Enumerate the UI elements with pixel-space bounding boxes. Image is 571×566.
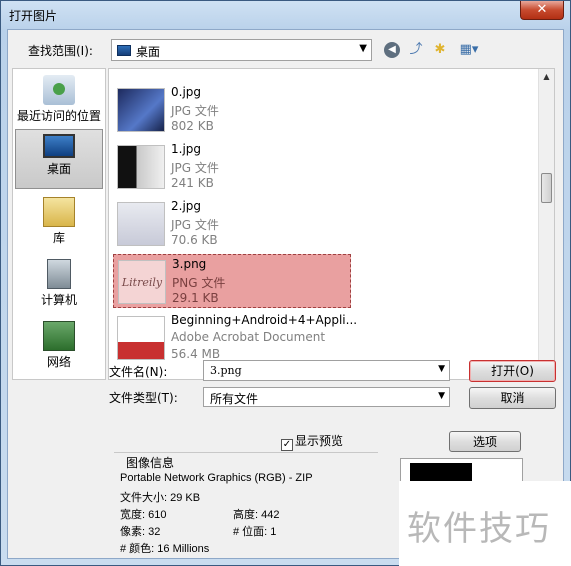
place-label: 计算机 bbox=[40, 293, 77, 307]
show-preview-checkbox[interactable]: ✓ 显示预览 bbox=[281, 432, 343, 451]
place-libraries[interactable]: 库 bbox=[15, 193, 103, 253]
recent-places-icon bbox=[43, 75, 75, 105]
filetype-value: 所有文件 bbox=[210, 392, 259, 406]
lookin-value: 桌面 bbox=[136, 45, 161, 59]
views-menu-icon[interactable]: ▦▾ bbox=[454, 40, 484, 60]
filetype-label: 文件类型(T): bbox=[109, 391, 178, 405]
preview-image bbox=[410, 463, 472, 481]
file-name: 1.jpg bbox=[171, 142, 202, 156]
file-type: JPG 文件 bbox=[171, 104, 219, 118]
file-type: Adobe Acrobat Document bbox=[171, 330, 326, 344]
file-item[interactable]: 1.jpg JPG 文件 241 KB bbox=[113, 140, 353, 194]
file-type: JPG 文件 bbox=[171, 161, 219, 175]
lookin-dropdown[interactable]: 桌面 ▼ bbox=[111, 39, 372, 61]
filename-label: 文件名(N): bbox=[109, 365, 168, 379]
image-bit-planes: # 位面: 1 bbox=[233, 526, 277, 538]
file-item-selected[interactable]: Litreily 3.png PNG 文件 29.1 KB bbox=[113, 254, 351, 308]
place-desktop[interactable]: 桌面 bbox=[15, 129, 103, 189]
desktop-small-icon bbox=[117, 45, 131, 56]
filename-input[interactable]: 3.png ▼ bbox=[203, 360, 450, 381]
file-thumbnail: Litreily bbox=[118, 260, 166, 304]
file-thumbnail bbox=[117, 202, 165, 246]
filetype-dropdown[interactable]: 所有文件 ▼ bbox=[203, 387, 450, 407]
file-name: Beginning+Android+4+Appli... bbox=[171, 313, 358, 327]
close-button[interactable]: ✕ bbox=[520, 1, 564, 20]
scroll-thumb[interactable] bbox=[541, 173, 552, 203]
file-thumbnail bbox=[117, 88, 165, 132]
place-label: 最近访问的位置 bbox=[16, 109, 101, 123]
place-label: 网络 bbox=[46, 355, 71, 369]
vertical-scrollbar[interactable]: ▲ ▼ bbox=[538, 69, 554, 379]
file-type: JPG 文件 bbox=[171, 218, 219, 232]
places-bar: 最近访问的位置 桌面 库 计算机 网络 bbox=[12, 68, 106, 380]
title-bar: 打开图片 ✕ bbox=[1, 1, 570, 29]
back-arrow-icon[interactable]: ◀ bbox=[384, 42, 400, 58]
file-thumbnail bbox=[117, 145, 165, 189]
dialog-body: 查找范围(I): 桌面 ▼ ◀ ⤴ ✱ ▦▾ 最近访问的位置 桌面 库 计算机 … bbox=[7, 29, 564, 559]
chevron-down-icon: ▼ bbox=[359, 43, 367, 54]
place-computer[interactable]: 计算机 bbox=[15, 255, 103, 315]
checkmark-icon[interactable]: ✓ bbox=[281, 439, 293, 451]
up-folder-icon[interactable]: ⤴ bbox=[406, 40, 426, 60]
dialog-title: 打开图片 bbox=[9, 9, 58, 23]
chevron-down-icon[interactable]: ▼ bbox=[438, 391, 445, 401]
watermark: 软件技巧 bbox=[399, 481, 571, 566]
image-colors: # 颜色: 16 Millions bbox=[120, 543, 210, 555]
image-file-size: 文件大小: 29 KB bbox=[120, 492, 201, 504]
show-preview-label: 显示预览 bbox=[295, 434, 344, 448]
image-width: 宽度: 610 bbox=[120, 509, 167, 521]
cancel-button[interactable]: 取消 bbox=[469, 387, 556, 409]
place-network[interactable]: 网络 bbox=[15, 317, 103, 377]
file-item[interactable]: 2.jpg JPG 文件 70.6 KB bbox=[113, 197, 353, 251]
image-pixels: 像素: 32 bbox=[120, 526, 161, 538]
filename-value: 3.png bbox=[210, 364, 242, 377]
pdf-thumbnail bbox=[117, 316, 165, 360]
open-button[interactable]: 打开(O) bbox=[469, 360, 556, 382]
image-format: Portable Network Graphics (RGB) - ZIP bbox=[120, 472, 313, 484]
file-size: 56.4 MB bbox=[171, 347, 221, 361]
file-size: 29.1 KB bbox=[172, 291, 219, 305]
watermark-text: 软件技巧 bbox=[407, 509, 551, 549]
file-item[interactable]: 0.jpg JPG 文件 802 KB bbox=[113, 83, 353, 137]
place-label: 库 bbox=[52, 231, 65, 245]
file-name: 2.jpg bbox=[171, 199, 202, 213]
file-item[interactable]: Beginning+Android+4+Appli... Adobe Acrob… bbox=[113, 311, 357, 365]
options-button[interactable]: 选项 bbox=[449, 431, 521, 452]
file-type: PNG 文件 bbox=[172, 276, 226, 290]
file-size: 70.6 KB bbox=[171, 233, 218, 247]
chevron-down-icon[interactable]: ▼ bbox=[438, 364, 445, 374]
file-name: 3.png bbox=[172, 257, 207, 271]
desktop-icon bbox=[43, 134, 75, 158]
image-height: 高度: 442 bbox=[233, 509, 280, 521]
network-icon bbox=[43, 321, 75, 351]
place-recent[interactable]: 最近访问的位置 bbox=[15, 71, 103, 131]
file-size: 802 KB bbox=[171, 119, 214, 133]
image-info-title: 图像信息 bbox=[123, 454, 178, 471]
lookin-label: 查找范围(I): bbox=[28, 44, 93, 58]
image-info-group: 图像信息 Portable Network Graphics (RGB) - Z… bbox=[114, 452, 378, 556]
computer-icon bbox=[47, 259, 71, 289]
libraries-icon bbox=[43, 197, 75, 227]
new-folder-icon[interactable]: ✱ bbox=[430, 40, 450, 60]
file-name: 0.jpg bbox=[171, 85, 202, 99]
open-image-dialog: 打开图片 ✕ 查找范围(I): 桌面 ▼ ◀ ⤴ ✱ ▦▾ 最近访问的位置 桌面… bbox=[0, 0, 571, 566]
place-label: 桌面 bbox=[46, 162, 71, 176]
file-size: 241 KB bbox=[171, 176, 214, 190]
scroll-up-icon[interactable]: ▲ bbox=[539, 69, 554, 85]
file-list[interactable]: 0.jpg JPG 文件 802 KB 1.jpg JPG 文件 241 KB … bbox=[108, 68, 555, 380]
